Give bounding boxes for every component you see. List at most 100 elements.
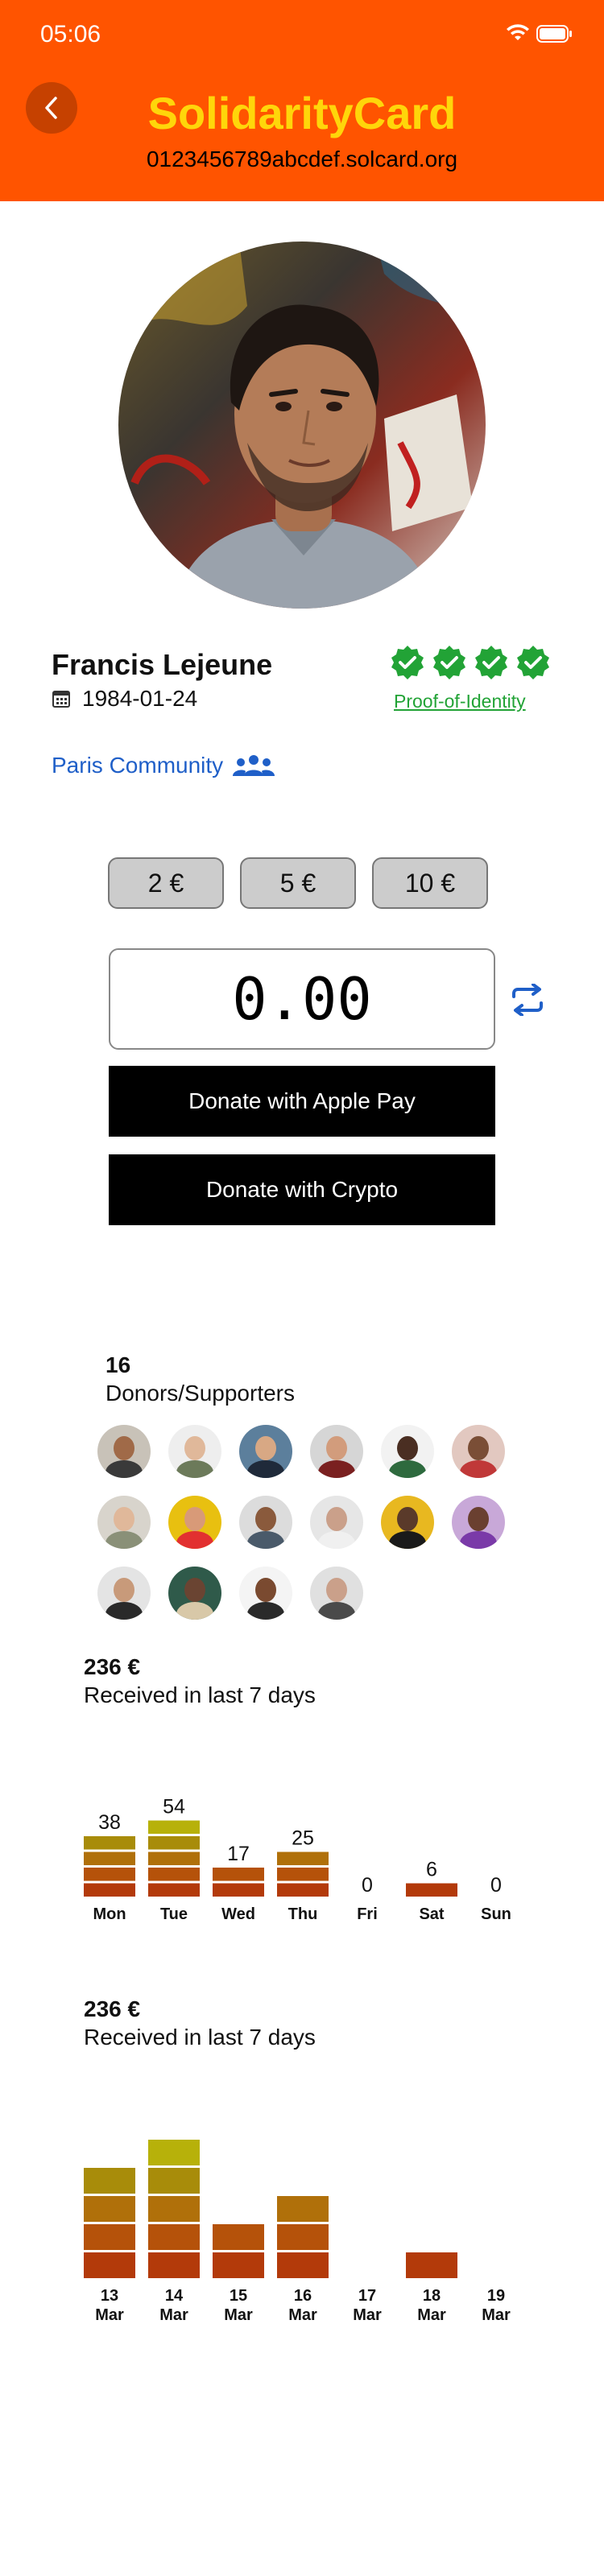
bar-segment	[277, 1883, 329, 1897]
preset-5-button[interactable]: 5 €	[240, 857, 356, 909]
verification-badges	[389, 644, 552, 681]
apple-pay-button[interactable]: Donate with Apple Pay	[109, 1066, 495, 1137]
donor-avatar[interactable]	[239, 1425, 292, 1478]
category-label: 15	[230, 2287, 247, 2305]
bar-value-label: 38	[98, 1811, 121, 1834]
category-label: 18	[423, 2287, 441, 2305]
bar-segment	[213, 1868, 264, 1881]
verified-badge-icon	[433, 646, 465, 679]
battery-icon	[536, 24, 573, 47]
category-label: Mar	[353, 2306, 382, 2324]
person-name: Francis Lejeune	[52, 648, 273, 681]
bar-segment	[277, 2252, 329, 2278]
bar-value-label: 0	[362, 1874, 373, 1897]
bar-value-label: 6	[426, 1859, 437, 1881]
bar-segment	[84, 1852, 135, 1865]
bar-segment	[148, 2224, 200, 2250]
bar-segment	[213, 1883, 264, 1897]
donor-avatar[interactable]	[381, 1425, 434, 1478]
category-label: 19	[487, 2287, 505, 2305]
proof-of-identity-link[interactable]: Proof-of-Identity	[394, 691, 526, 712]
bar-segment	[213, 2252, 264, 2278]
bar-value-label: 0	[490, 1874, 502, 1897]
bar-value-label: 17	[227, 1843, 250, 1865]
bar-segment	[277, 1868, 329, 1881]
category-label: 16	[294, 2287, 312, 2305]
donor-avatar-grid	[97, 1425, 524, 1620]
bar-segment	[277, 2196, 329, 2222]
donor-label: Donors/Supporters	[105, 1381, 296, 1406]
bar-segment	[84, 1836, 135, 1850]
community-link[interactable]: Paris Community	[52, 753, 275, 778]
community-label: Paris Community	[52, 753, 224, 778]
bar-value-label: 25	[292, 1827, 314, 1850]
donor-avatar[interactable]	[168, 1425, 221, 1478]
bar-segment	[148, 2168, 200, 2194]
donor-avatar[interactable]	[168, 1496, 221, 1549]
verified-badge-icon	[517, 646, 549, 679]
preset-2-button[interactable]: 2 €	[108, 857, 224, 909]
category-label: Mar	[159, 2306, 188, 2324]
category-label: Tue	[160, 1905, 188, 1923]
donor-avatar[interactable]	[97, 1425, 151, 1478]
dated-donations-chart: 13 Mar 14 Mar 15 Mar 16 Mar 17 Mar 18 Mar 19 Mar	[84, 2125, 519, 2334]
bar-segment	[148, 2196, 200, 2222]
swap-currency-icon[interactable]	[509, 983, 546, 1020]
verified-badge-icon	[475, 646, 507, 679]
category-label: Mar	[224, 2306, 253, 2324]
donor-avatar[interactable]	[239, 1496, 292, 1549]
category-label: Mar	[95, 2306, 124, 2324]
bar-segment	[84, 1868, 135, 1881]
birthdate-row: 1984-01-24	[52, 686, 197, 712]
bar-segment	[148, 1852, 200, 1865]
dated-total: 236 €	[84, 1996, 141, 2021]
crypto-donate-button[interactable]: Donate with Crypto	[109, 1154, 495, 1225]
category-label: Sun	[481, 1905, 511, 1923]
bar-segment	[148, 1836, 200, 1850]
group-icon	[233, 755, 275, 776]
verified-badge-icon	[391, 646, 424, 679]
bar-segment	[148, 1883, 200, 1897]
category-label: Wed	[221, 1905, 255, 1923]
bar-segment	[84, 2168, 135, 2194]
donor-avatar[interactable]	[310, 1496, 363, 1549]
donor-count: 16	[105, 1352, 131, 1377]
bar-segment	[148, 1820, 200, 1834]
preset-10-button[interactable]: 10 €	[372, 857, 488, 909]
donor-avatar[interactable]	[381, 1496, 434, 1549]
bar-segment	[84, 2196, 135, 2222]
bar-segment	[277, 1852, 329, 1865]
bar-segment	[277, 2224, 329, 2250]
category-label: Mon	[93, 1905, 126, 1923]
dated-total-label: Received in last 7 days	[84, 2025, 316, 2050]
weekly-total: 236 €	[84, 1654, 141, 1679]
bar-segment	[84, 1883, 135, 1897]
donor-avatar[interactable]	[168, 1567, 221, 1620]
donor-avatar[interactable]	[310, 1567, 363, 1620]
wifi-icon	[506, 24, 530, 47]
donor-avatar[interactable]	[239, 1567, 292, 1620]
bar-segment	[148, 2140, 200, 2165]
bar-segment	[148, 2252, 200, 2278]
donor-avatar[interactable]	[452, 1496, 505, 1549]
bar-segment	[406, 1883, 457, 1897]
donor-avatar[interactable]	[97, 1567, 151, 1620]
donor-avatar[interactable]	[452, 1425, 505, 1478]
weekly-total-label: Received in last 7 days	[84, 1682, 316, 1707]
category-label: Thu	[288, 1905, 318, 1923]
category-label: 14	[165, 2287, 184, 2305]
app-title: SolidarityCard	[147, 88, 457, 138]
category-label: Fri	[357, 1905, 378, 1923]
donor-avatar[interactable]	[97, 1496, 151, 1549]
category-label: 17	[358, 2287, 376, 2305]
amount-input[interactable]: 0.00	[109, 948, 495, 1050]
category-label: Sat	[419, 1905, 444, 1923]
calendar-icon	[52, 691, 70, 708]
category-label: Mar	[417, 2306, 446, 2324]
dated-bar-chart: 13Mar14Mar15Mar16Mar17Mar18Mar19Mar	[84, 2140, 511, 2324]
birthdate: 1984-01-24	[82, 686, 198, 711]
bar-segment	[84, 2224, 135, 2250]
donor-avatar[interactable]	[310, 1425, 363, 1478]
card-url: 0123456789abcdef.solcard.org	[146, 147, 458, 171]
category-label: 13	[101, 2287, 118, 2305]
